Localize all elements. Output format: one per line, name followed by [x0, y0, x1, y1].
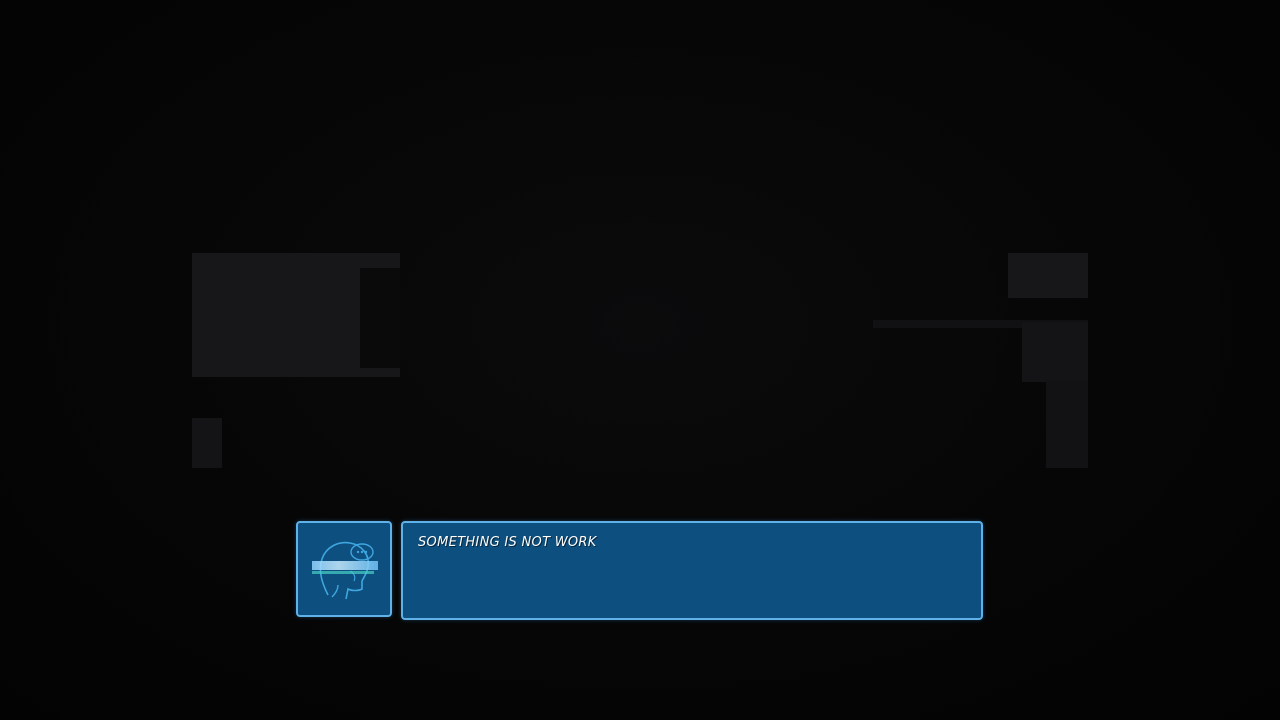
dialogue-text: SOMETHING IS NOT WORK [418, 535, 597, 550]
glitch-bar [312, 561, 378, 570]
background-wall-right [1008, 253, 1088, 298]
dialogue-box[interactable]: SOMETHING IS NOT WORK [401, 521, 983, 620]
background-pillar-right-lower [1046, 380, 1088, 468]
background-block-left [192, 418, 222, 468]
glitch-bar-secondary [312, 571, 374, 574]
speaker-portrait [296, 521, 392, 617]
background-pillar-right [1022, 322, 1088, 382]
background-doorway-left [360, 268, 400, 368]
